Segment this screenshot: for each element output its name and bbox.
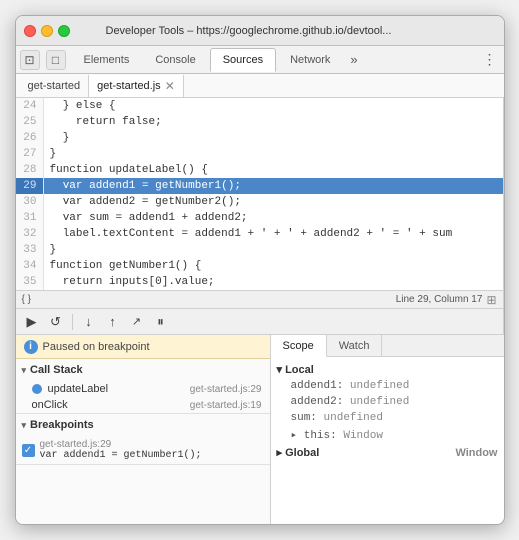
deactivate-button[interactable]: ↗ (127, 312, 147, 332)
tabs-more-button[interactable]: » (344, 52, 363, 67)
code-line-30[interactable]: 30 var addend2 = getNumber2(); (16, 194, 503, 210)
file-tabs: get-started get-started.js ✕ (16, 74, 504, 98)
status-position: Line 29, Column 17 ⊞ (396, 293, 497, 307)
scope-var-addend2: addend2: undefined (271, 394, 504, 410)
tab-network[interactable]: Network (278, 48, 342, 72)
line-content-27: } (44, 146, 503, 162)
tab-console[interactable]: Console (143, 48, 207, 72)
line-number-34: 34 (16, 258, 44, 274)
scope-global-header[interactable]: ▸ Global Window (271, 444, 504, 461)
line-number-35: 35 (16, 274, 44, 290)
status-bar: { } Line 29, Column 17 ⊞ (16, 290, 503, 308)
inspect-icon[interactable]: ⊡ (20, 50, 40, 70)
call-stack-item-0[interactable]: updateLabel get-started.js:29 (16, 381, 270, 397)
line-content-29: var addend1 = getNumber1(); (44, 178, 503, 194)
line-number-32: 32 (16, 226, 44, 242)
scope-tab-watch[interactable]: Watch (327, 335, 383, 356)
callstack-icon-0 (32, 384, 42, 394)
info-icon: i (24, 340, 38, 354)
breakpoint-checkbox-0[interactable]: ✓ (22, 444, 35, 457)
call-stack-item-1[interactable]: onClick get-started.js:19 (16, 397, 270, 413)
line-number-28: 28 (16, 162, 44, 178)
tab-elements[interactable]: Elements (72, 48, 142, 72)
line-number-26: 26 (16, 130, 44, 146)
scope-tab-scope[interactable]: Scope (271, 335, 327, 357)
code-area[interactable]: 24 } else {25 return false;26 }27}28func… (16, 98, 503, 290)
line-content-24: } else { (44, 98, 503, 114)
call-stack-section: ▾ Call Stack updateLabel get-started.js:… (16, 359, 270, 414)
code-line-31[interactable]: 31 var sum = addend1 + addend2; (16, 210, 503, 226)
line-number-29: 29 (16, 178, 44, 194)
code-line-27[interactable]: 27} (16, 146, 503, 162)
code-line-24[interactable]: 24 } else { (16, 98, 503, 114)
breakpoint-item-0[interactable]: ✓ get-started.js:29 var addend1 = getNum… (16, 436, 270, 464)
code-panel: 24 } else {25 return false;26 }27}28func… (16, 98, 504, 334)
code-line-35[interactable]: 35 return inputs[0].value; (16, 274, 503, 290)
step-out-button[interactable]: ↑ (103, 312, 123, 332)
tab-menu-icon[interactable]: ⋮ (480, 50, 500, 70)
status-bracket: { } (22, 294, 31, 305)
scope-tabs: Scope Watch (271, 335, 504, 357)
resume-button[interactable]: ▶ (22, 312, 42, 332)
line-content-34: function getNumber1() { (44, 258, 503, 274)
pause-button[interactable]: ⏸ (151, 312, 171, 332)
step-into-button[interactable]: ↓ (79, 312, 99, 332)
line-content-25: return false; (44, 114, 503, 130)
line-content-28: function updateLabel() { (44, 162, 503, 178)
line-content-26: } (44, 130, 503, 146)
window-title: Developer Tools – https://googlechrome.g… (15, 25, 496, 37)
line-number-30: 30 (16, 194, 44, 210)
breakpoints-list: ✓ get-started.js:29 var addend1 = getNum… (16, 436, 270, 464)
nav-tabs: ⊡ □ Elements Console Sources Network » ⋮ (16, 46, 504, 74)
call-stack-header[interactable]: ▾ Call Stack (16, 359, 270, 381)
breakpoints-triangle: ▾ (22, 420, 27, 431)
breakpoints-section: ▾ Breakpoints ✓ get-started.js:29 var ad… (16, 414, 270, 465)
code-line-28[interactable]: 28function updateLabel() { (16, 162, 503, 178)
status-scroll-icon: ⊞ (486, 293, 496, 307)
file-tab-close-icon[interactable]: ✕ (165, 79, 175, 93)
breakpoint-banner: i Paused on breakpoint (16, 335, 270, 359)
right-panel: Scope Watch ▾ Local addend1: undefined a… (271, 335, 504, 524)
line-content-35: return inputs[0].value; (44, 274, 503, 290)
line-number-25: 25 (16, 114, 44, 130)
code-line-25[interactable]: 25 return false; (16, 114, 503, 130)
file-tab-get-started[interactable]: get-started (20, 75, 90, 97)
main-content: 24 } else {25 return false;26 }27}28func… (16, 98, 504, 334)
line-content-33: } (44, 242, 503, 258)
titlebar: Developer Tools – https://googlechrome.g… (16, 16, 504, 46)
line-content-30: var addend2 = getNumber2(); (44, 194, 503, 210)
code-line-26[interactable]: 26 } (16, 130, 503, 146)
tab-menu: ⋮ (480, 50, 500, 70)
callstack-triangle: ▾ (22, 365, 27, 376)
code-line-34[interactable]: 34function getNumber1() { (16, 258, 503, 274)
debug-toolbar: ▶ ↺ ↓ ↑ ↗ ⏸ (16, 308, 503, 334)
code-line-32[interactable]: 32 label.textContent = addend1 + ' + ' +… (16, 226, 503, 242)
scope-var-addend1: addend1: undefined (271, 378, 504, 394)
toolbar-separator (72, 314, 73, 330)
scope-content: ▾ Local addend1: undefined addend2: unde… (271, 357, 504, 524)
code-line-29[interactable]: 29 var addend1 = getNumber1(); (16, 178, 503, 194)
line-content-31: var sum = addend1 + addend2; (44, 210, 503, 226)
line-number-24: 24 (16, 98, 44, 114)
line-number-33: 33 (16, 242, 44, 258)
left-panel: i Paused on breakpoint ▾ Call Stack upda… (16, 335, 271, 524)
line-number-27: 27 (16, 146, 44, 162)
line-content-32: label.textContent = addend1 + ' + ' + ad… (44, 226, 503, 242)
code-line-33[interactable]: 33} (16, 242, 503, 258)
breakpoints-header[interactable]: ▾ Breakpoints (16, 414, 270, 436)
device-icon[interactable]: □ (46, 50, 66, 70)
bottom-split: i Paused on breakpoint ▾ Call Stack upda… (16, 334, 504, 524)
scope-local-header[interactable]: ▾ Local (271, 361, 504, 378)
devtools-window: Developer Tools – https://googlechrome.g… (15, 15, 505, 525)
step-over-button[interactable]: ↺ (46, 312, 66, 332)
scope-var-sum: sum: undefined (271, 410, 504, 426)
scope-var-this: ▸ this: Window (271, 426, 504, 444)
file-tab-get-started-js[interactable]: get-started.js ✕ (89, 75, 184, 97)
line-number-31: 31 (16, 210, 44, 226)
tab-sources[interactable]: Sources (210, 48, 276, 72)
